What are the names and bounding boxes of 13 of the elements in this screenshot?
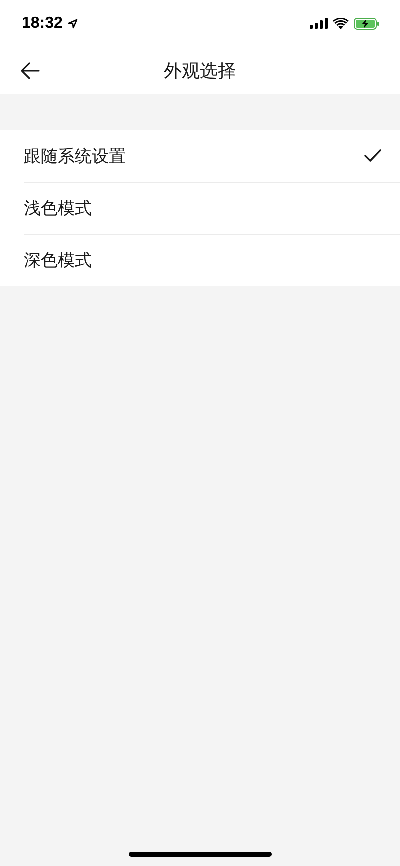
page-title: 外观选择 — [164, 60, 236, 82]
appearance-option[interactable]: 深色模式 — [24, 234, 400, 286]
signal-icon — [310, 18, 328, 29]
appearance-option[interactable]: 跟随系统设置 — [24, 130, 400, 182]
status-time: 18:32 — [22, 14, 63, 32]
option-label: 深色模式 — [24, 250, 92, 272]
wifi-icon — [333, 18, 349, 30]
location-arrow-icon — [68, 18, 78, 28]
back-arrow-icon — [20, 62, 40, 80]
option-label: 跟随系统设置 — [24, 146, 126, 168]
charging-battery-icon — [354, 18, 380, 30]
appearance-option[interactable]: 浅色模式 — [24, 182, 400, 234]
option-label: 浅色模式 — [24, 198, 92, 220]
